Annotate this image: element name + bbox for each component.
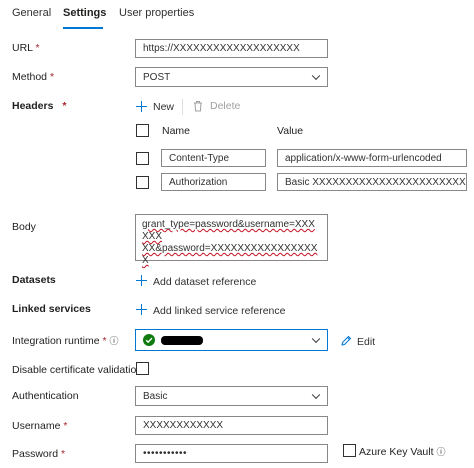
tab-settings[interactable]: Settings bbox=[63, 7, 106, 19]
method-label: Method * bbox=[12, 71, 55, 83]
check-circle-icon bbox=[143, 334, 155, 346]
plus-icon bbox=[136, 275, 147, 286]
header-value-column: Value bbox=[277, 125, 304, 137]
add-linked-service-label: Add linked service reference bbox=[153, 305, 286, 317]
edit-runtime-label: Edit bbox=[357, 336, 376, 348]
delete-header-label: Delete bbox=[210, 100, 241, 112]
delete-header-button[interactable]: Delete bbox=[193, 100, 243, 114]
active-tab-indicator bbox=[63, 27, 103, 29]
tab-user-properties[interactable]: User properties bbox=[119, 7, 194, 19]
header-row-checkbox[interactable] bbox=[136, 152, 149, 165]
chevron-down-icon bbox=[311, 71, 321, 81]
azure-key-vault-checkbox[interactable] bbox=[343, 444, 356, 457]
body-textarea[interactable]: grant_type=password&username=XXXXXX XX&p… bbox=[135, 214, 328, 266]
headers-label: Headers * bbox=[12, 100, 67, 112]
header-name-input[interactable]: Authorization bbox=[161, 173, 266, 191]
new-header-label: New bbox=[153, 101, 175, 113]
linked-services-label: Linked services bbox=[12, 303, 91, 315]
azure-key-vault-label: Azure Key Vault ⓘ bbox=[359, 446, 446, 458]
new-header-button[interactable]: New bbox=[136, 101, 176, 115]
pencil-icon bbox=[341, 335, 352, 346]
header-row-checkbox[interactable] bbox=[136, 176, 149, 189]
password-input[interactable]: ••••••••••• bbox=[135, 444, 328, 463]
header-name-input[interactable]: Content-Type bbox=[161, 149, 266, 167]
header-name-column: Name bbox=[162, 125, 191, 137]
tab-general[interactable]: General bbox=[12, 7, 51, 19]
chevron-down-icon bbox=[311, 390, 321, 400]
body-label: Body bbox=[12, 221, 36, 233]
info-icon[interactable]: ⓘ bbox=[436, 447, 445, 457]
method-select[interactable]: POST bbox=[135, 67, 328, 87]
plus-icon bbox=[136, 101, 147, 112]
header-value-input[interactable]: Basic XXXXXXXXXXXXXXXXXXXXXXXXXX bbox=[277, 173, 467, 191]
integration-runtime-label: Integration runtime * ⓘ bbox=[12, 335, 119, 347]
body-line-1: grant_type=password&username=XXXXXX bbox=[142, 219, 315, 242]
username-label: Username * bbox=[12, 420, 68, 432]
redacted-value bbox=[161, 335, 203, 345]
disable-cert-checkbox[interactable] bbox=[136, 362, 149, 375]
header-value-input[interactable]: application/x-www-form-urlencoded bbox=[277, 149, 467, 167]
select-all-headers-checkbox[interactable] bbox=[136, 124, 149, 137]
add-linked-service-button[interactable]: Add linked service reference bbox=[136, 304, 286, 318]
add-dataset-button[interactable]: Add dataset reference bbox=[136, 275, 256, 289]
chevron-down-icon bbox=[311, 334, 321, 344]
edit-runtime-button[interactable]: Edit bbox=[340, 335, 380, 349]
datasets-label: Datasets bbox=[12, 274, 56, 286]
add-dataset-label: Add dataset reference bbox=[153, 276, 257, 288]
username-input[interactable]: XXXXXXXXXXXX bbox=[135, 416, 328, 435]
integration-runtime-select[interactable] bbox=[135, 329, 328, 351]
toolbar-divider bbox=[182, 99, 183, 115]
url-input[interactable]: https://XXXXXXXXXXXXXXXXXXX bbox=[135, 39, 328, 58]
plus-icon bbox=[136, 304, 147, 315]
body-line-2: XX&password=XXXXXXXXXXXXXXXXX bbox=[142, 243, 318, 266]
authentication-select[interactable]: Basic bbox=[135, 386, 328, 406]
url-label: URL * bbox=[12, 42, 40, 54]
disable-cert-label: Disable certificate validation bbox=[12, 364, 143, 376]
trash-icon bbox=[194, 101, 202, 112]
info-icon[interactable]: ⓘ bbox=[110, 336, 119, 346]
authentication-label: Authentication bbox=[12, 390, 79, 402]
password-label: Password * bbox=[12, 448, 66, 460]
